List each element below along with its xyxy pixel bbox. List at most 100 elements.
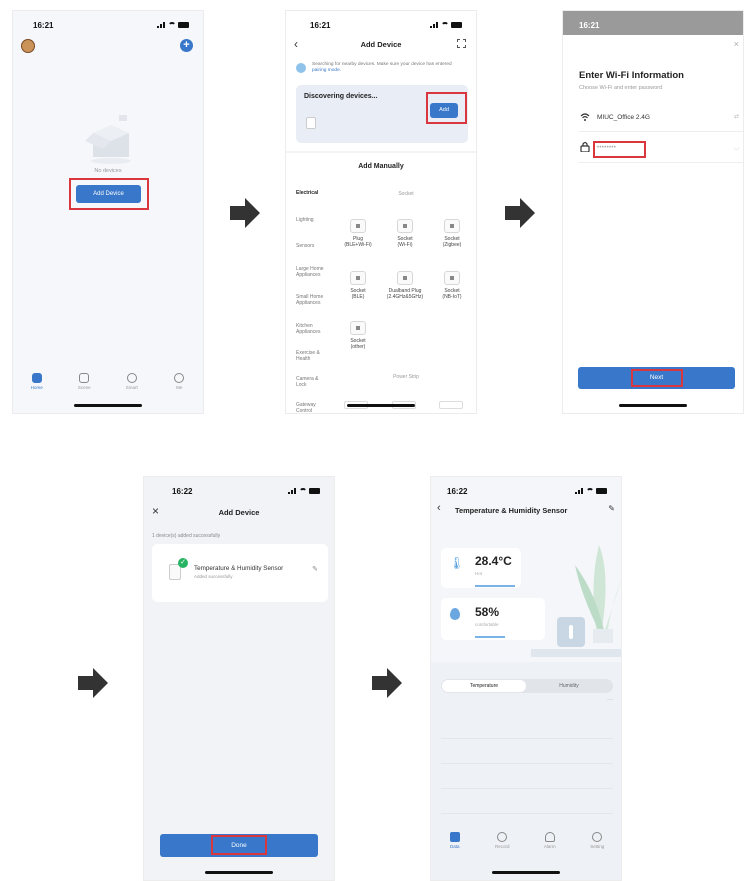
home-indicator bbox=[205, 871, 273, 874]
bell-icon bbox=[544, 832, 555, 842]
gear-icon bbox=[592, 832, 603, 842]
device-tile[interactable]: Socket (other) bbox=[338, 321, 378, 350]
more-icon[interactable]: ··· bbox=[607, 697, 613, 703]
category-sensors[interactable]: Sensors bbox=[296, 243, 332, 249]
status-time: 16:22 bbox=[172, 487, 193, 496]
thermometer-icon: 🌡 bbox=[449, 556, 465, 570]
tab-scene[interactable]: Scene bbox=[69, 373, 99, 399]
ssid-field[interactable]: MIUC_Office 2.4G bbox=[597, 114, 650, 121]
category-small-home-appliances[interactable]: Small Home Appliances bbox=[296, 294, 334, 306]
temperature-value: 28.4°C bbox=[475, 554, 512, 568]
success-check-icon: ✓ bbox=[178, 558, 188, 568]
status-bar: 16:21 bbox=[286, 19, 476, 33]
me-icon bbox=[174, 373, 185, 383]
empty-box-icon bbox=[85, 115, 131, 164]
category-kitchen-appliances[interactable]: Kitchen Appliances bbox=[296, 323, 326, 335]
tab-data[interactable]: Data bbox=[440, 832, 470, 858]
category-lighting[interactable]: Lighting bbox=[296, 217, 332, 223]
highlight-password bbox=[593, 141, 646, 158]
device-name: Temperature & Humidity Sensor bbox=[194, 565, 284, 572]
wifi-subtitle: Choose Wi-Fi and enter password bbox=[579, 85, 663, 91]
add-icon[interactable]: + bbox=[180, 39, 193, 52]
device-tile[interactable]: Dualband Plug (2.4GHz&5GHz) bbox=[385, 271, 425, 300]
wifi-title: Enter Wi-Fi Information bbox=[579, 70, 684, 81]
edit-icon[interactable]: ✎ bbox=[608, 504, 615, 513]
switch-network-icon[interactable]: ⇄ bbox=[734, 113, 739, 120]
socket-icon bbox=[397, 271, 413, 285]
bottom-tab-bar: Home Scene Smart Me bbox=[13, 373, 203, 399]
tab-alarm[interactable]: Alarm bbox=[535, 832, 565, 858]
section-power-strip: Power Strip bbox=[393, 374, 419, 380]
status-time: 16:21 bbox=[310, 21, 331, 30]
home-indicator bbox=[492, 871, 560, 874]
status-time: 16:21 bbox=[33, 21, 54, 30]
device-tile[interactable]: Socket (BLE) bbox=[338, 271, 378, 300]
humidity-value: 58% bbox=[475, 605, 500, 619]
device-tile[interactable]: Socket (NB-IoT) bbox=[432, 271, 472, 300]
temperature-label: Hot bbox=[475, 571, 483, 576]
category-gateway-control[interactable]: Gateway Control bbox=[296, 402, 326, 413]
socket-icon bbox=[350, 219, 366, 233]
tab-record[interactable]: Record bbox=[487, 832, 517, 858]
pairing-link[interactable]: pairing mode. bbox=[312, 68, 341, 73]
highlight-done bbox=[211, 835, 267, 855]
page-title: Add Device bbox=[218, 508, 260, 517]
screen-wifi: 16:21 × Enter Wi-Fi Information Choose W… bbox=[562, 10, 744, 414]
status-bar: 16:22 bbox=[144, 485, 334, 499]
highlight-next bbox=[631, 369, 683, 387]
avatar[interactable] bbox=[21, 39, 35, 53]
sensor-device-icon bbox=[557, 617, 585, 647]
category-electrical[interactable]: Electrical bbox=[296, 190, 332, 196]
highlight-add-button bbox=[426, 92, 467, 124]
socket-icon bbox=[444, 271, 460, 285]
highlight-add-device bbox=[69, 178, 149, 210]
status-icons bbox=[157, 22, 189, 28]
device-tile[interactable]: Socket (Zigbee) bbox=[432, 219, 472, 248]
tab-me[interactable]: Me bbox=[164, 373, 194, 399]
scan-icon[interactable] bbox=[457, 39, 466, 48]
bluetooth-icon bbox=[296, 63, 306, 73]
screen-added: 16:22 × Add Device 1 device(s) added suc… bbox=[143, 476, 335, 881]
eye-icon[interactable]: ◡ bbox=[734, 144, 739, 151]
status-bar: 16:22 bbox=[431, 485, 621, 499]
tab-home[interactable]: Home bbox=[22, 373, 52, 399]
home-indicator bbox=[619, 404, 687, 407]
category-exercise-health[interactable]: Exercise & Health bbox=[296, 350, 326, 362]
socket-icon bbox=[444, 219, 460, 233]
home-indicator bbox=[347, 404, 415, 407]
record-icon bbox=[497, 832, 508, 842]
screen-home: 16:21 + No devices Add Device Home Scene… bbox=[12, 10, 204, 414]
arrow-right-icon bbox=[230, 198, 260, 228]
device-tile[interactable]: Plug (BLE+Wi-Fi) bbox=[338, 219, 378, 248]
device-card[interactable]: ✓ Temperature & Humidity Sensor Added su… bbox=[152, 544, 328, 602]
discovered-device-icon bbox=[306, 117, 316, 129]
home-icon bbox=[31, 373, 42, 383]
socket-icon bbox=[397, 219, 413, 233]
added-count-text: 1 device(s) added successfully bbox=[152, 533, 221, 539]
add-manually-title: Add Manually bbox=[358, 163, 404, 170]
section-socket: Socket bbox=[398, 191, 414, 197]
tab-smart[interactable]: Smart bbox=[117, 373, 147, 399]
edit-icon[interactable]: ✎ bbox=[312, 565, 318, 573]
wifi-icon bbox=[580, 113, 590, 121]
category-large-home-appliances[interactable]: Large Home Appliances bbox=[296, 266, 326, 278]
page-title: Add Device bbox=[360, 40, 402, 49]
device-tile[interactable]: Socket (Wi-Fi) bbox=[385, 219, 425, 248]
category-camera-lock[interactable]: Camera & Lock bbox=[296, 376, 326, 388]
tab-temperature[interactable]: Temperature bbox=[442, 680, 526, 692]
close-icon[interactable]: × bbox=[734, 39, 739, 49]
arrow-right-icon bbox=[372, 668, 402, 698]
back-icon[interactable]: ‹ bbox=[437, 502, 441, 514]
home-indicator bbox=[74, 404, 142, 407]
searching-text: Searching for nearby devices. Make sure … bbox=[312, 62, 452, 73]
discovering-title: Discovering devices... bbox=[304, 93, 378, 100]
tab-humidity[interactable]: Humidity bbox=[527, 680, 611, 692]
chart-area bbox=[441, 713, 613, 823]
status-time: 16:21 bbox=[579, 21, 600, 30]
screen-sensor: 16:22 ‹ Temperature & Humidity Sensor ✎ … bbox=[430, 476, 622, 881]
status-bar: 16:21 bbox=[563, 19, 743, 33]
power-strip-icon[interactable] bbox=[439, 401, 463, 409]
bottom-tab-bar: Data Record Alarm Setting bbox=[431, 832, 621, 858]
page-title: Temperature & Humidity Sensor bbox=[455, 506, 568, 515]
tab-setting[interactable]: Setting bbox=[582, 832, 612, 858]
